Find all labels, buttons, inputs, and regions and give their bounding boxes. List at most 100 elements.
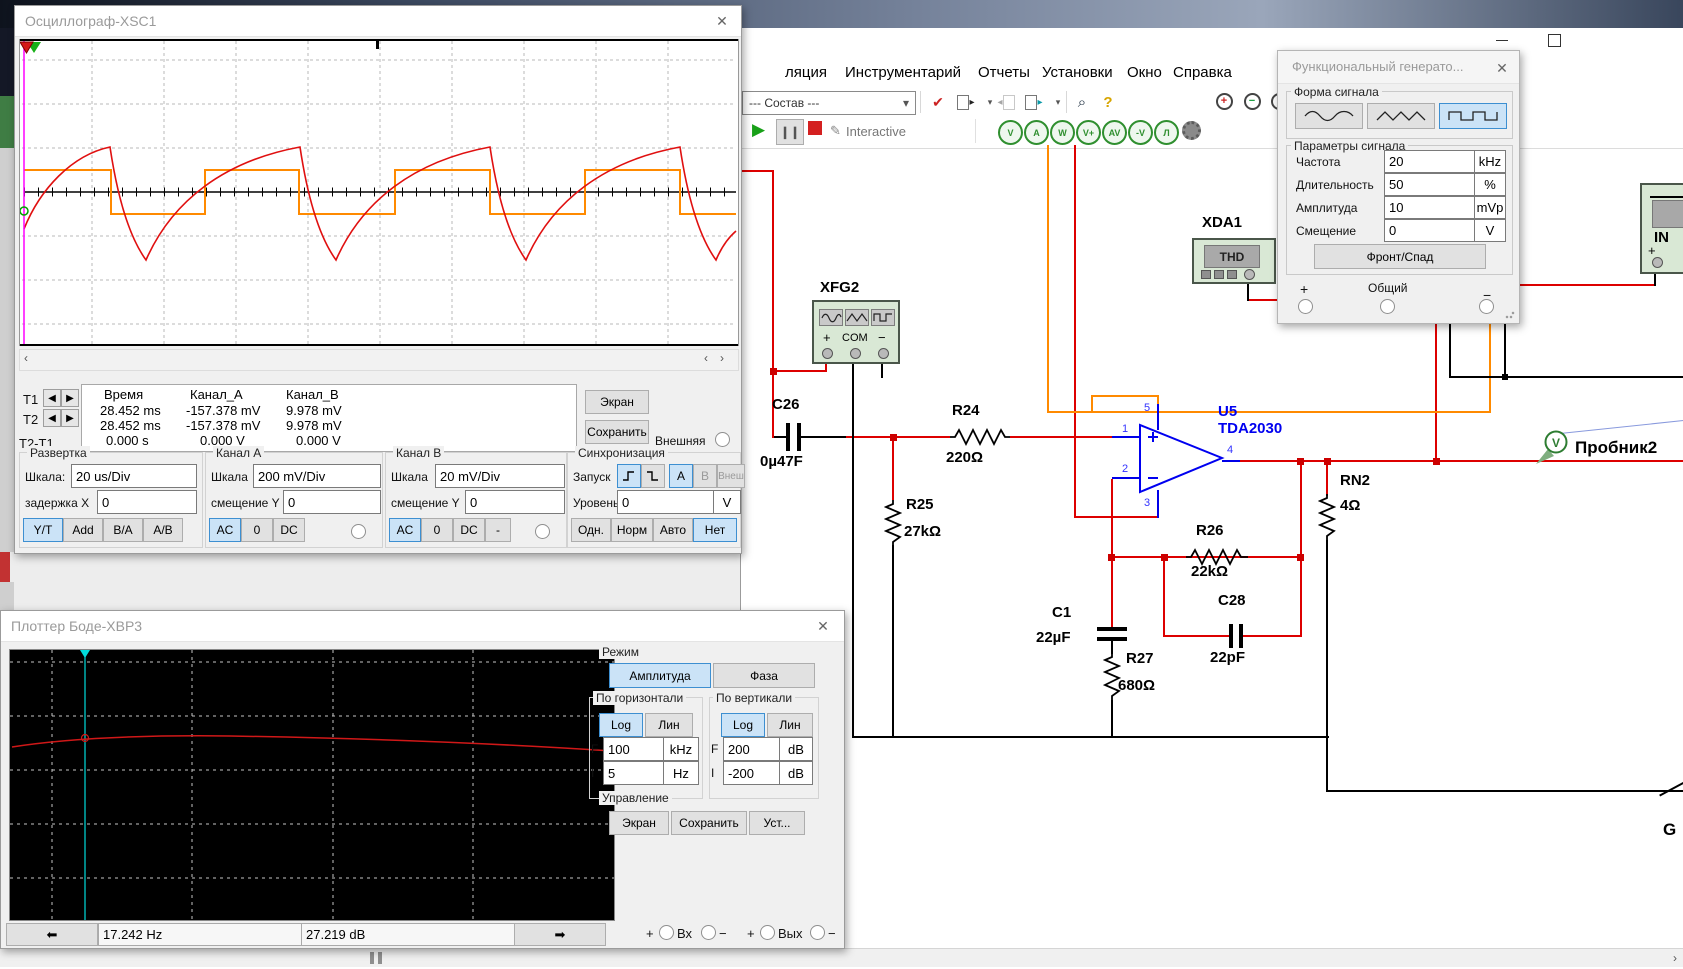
wire[interactable] <box>1326 790 1683 792</box>
wire[interactable] <box>892 438 894 500</box>
channel-b-zero-button[interactable]: 0 <box>421 518 453 542</box>
probe-settings-gear-icon[interactable] <box>1182 121 1201 140</box>
close-icon[interactable]: ✕ <box>711 11 733 31</box>
export-teal-icon[interactable]: ▸ <box>1024 92 1044 112</box>
stop-button[interactable] <box>808 121 822 135</box>
wire[interactable] <box>1504 322 1506 378</box>
vertical-f-unit[interactable]: dB <box>779 737 813 761</box>
wire[interactable] <box>1163 635 1229 637</box>
close-icon[interactable]: ✕ <box>1491 58 1513 78</box>
channel-b-offset-field[interactable]: 0 <box>465 490 565 514</box>
sine-wave-button[interactable] <box>1295 103 1363 129</box>
cursor-right-button[interactable]: ➡ <box>514 923 606 946</box>
trigger-level-unit[interactable]: V <box>713 490 741 514</box>
ba-mode-button[interactable]: B/A <box>103 518 143 542</box>
screen-button[interactable]: Экран <box>585 390 649 414</box>
amplitude-field[interactable]: 10 <box>1384 196 1478 219</box>
opamp-U5[interactable] <box>1138 398 1228 523</box>
trigger-source-b-button[interactable]: B <box>693 464 717 488</box>
xda1-terminal[interactable] <box>1244 269 1255 280</box>
external-trigger-radio[interactable] <box>715 432 730 447</box>
wire[interactable] <box>1300 461 1302 637</box>
channel-a-zero-button[interactable]: 0 <box>241 518 273 542</box>
trigger-level-field[interactable]: 0 <box>617 490 715 514</box>
trigger-single-button[interactable]: Одн. <box>571 518 611 542</box>
channel-b-scale-field[interactable]: 20 mV/Div <box>435 464 565 488</box>
in-plus-radio[interactable] <box>659 925 674 940</box>
trigger-source-a-button[interactable]: A <box>669 464 693 488</box>
horizontal-scrollbar[interactable]: › <box>0 948 1683 967</box>
t2-left-button[interactable]: ◀ <box>43 409 61 427</box>
resize-grip-icon[interactable] <box>1505 309 1515 319</box>
wire[interactable] <box>1435 322 1437 462</box>
yt-mode-button[interactable]: Y/T <box>23 518 63 542</box>
xfg2-com-terminal[interactable] <box>850 348 861 359</box>
duty-field[interactable]: 50 <box>1384 173 1478 196</box>
wire[interactable] <box>1241 635 1302 637</box>
wire[interactable] <box>801 436 846 438</box>
menu-item-reports[interactable]: Отчеты <box>978 64 1030 81</box>
function-generator-dialog[interactable]: Функциональный генерато... ✕ Форма сигна… <box>1277 50 1520 324</box>
menu-item-options[interactable]: Установки <box>1042 64 1113 81</box>
channel-b-radio[interactable] <box>535 524 550 539</box>
digital-probe-icon[interactable]: Л <box>1154 120 1179 145</box>
voltage-probe-icon[interactable]: V <box>998 120 1023 145</box>
ab-mode-button[interactable]: A/B <box>143 518 183 542</box>
horizontal-f-unit[interactable]: kHz <box>663 737 699 761</box>
wire[interactable] <box>1112 477 1140 479</box>
channel-a-radio[interactable] <box>351 524 366 539</box>
capacitor-C28[interactable] <box>1229 624 1243 648</box>
in-minus-radio[interactable] <box>701 925 716 940</box>
wire[interactable] <box>1111 557 1113 628</box>
wire[interactable] <box>1047 411 1490 413</box>
wire[interactable] <box>1240 460 1683 462</box>
wire[interactable] <box>1326 461 1328 496</box>
timebase-scale-field[interactable]: 20 us/Div <box>71 464 197 488</box>
wire[interactable] <box>892 545 894 738</box>
voltage-current-probe-icon[interactable]: AV <box>1102 120 1127 145</box>
wire[interactable] <box>1163 557 1165 636</box>
frequency-field[interactable]: 20 <box>1384 150 1478 173</box>
vertical-i-unit[interactable]: dB <box>779 761 813 785</box>
wire[interactable] <box>1091 395 1159 397</box>
wire[interactable] <box>1111 700 1113 738</box>
offset-field[interactable]: 0 <box>1384 219 1478 242</box>
channel-a-dc-button[interactable]: DC <box>273 518 305 542</box>
scroll-right-icon[interactable]: › <box>720 351 724 365</box>
menu-item-window[interactable]: Окно <box>1127 64 1162 81</box>
wire[interactable] <box>1112 436 1140 438</box>
bode-settings-button[interactable]: Уст... <box>749 811 805 835</box>
horizontal-f-field[interactable]: 100 <box>603 737 667 761</box>
run-button[interactable]: ▶ <box>752 120 765 140</box>
instrument-IN[interactable]: IN + <box>1640 183 1683 274</box>
trigger-auto-button[interactable]: Авто <box>653 518 693 542</box>
out-plus-radio[interactable] <box>760 925 775 940</box>
menu-item-simulation[interactable]: ляция <box>785 64 827 81</box>
wire[interactable] <box>1449 322 1451 378</box>
oscilloscope-window[interactable]: Осциллограф-XSC1 ✕ ‹ ‹ › T1 ◀ ▶ T2 ◀ ▶ T… <box>14 5 745 554</box>
horizontal-i-field[interactable]: 5 <box>603 761 667 785</box>
timebase-delay-field[interactable]: 0 <box>97 490 197 514</box>
menu-item-tools[interactable]: Инструментарий <box>845 64 961 81</box>
trigger-normal-button[interactable]: Норм <box>611 518 653 542</box>
xfg2-plus-terminal[interactable] <box>822 348 833 359</box>
help-icon[interactable]: ? <box>1098 92 1118 112</box>
plot-scrollbar[interactable]: ‹ ‹ › <box>19 349 739 371</box>
bode-plot[interactable] <box>9 649 615 921</box>
scrollbar-thumb-fragment[interactable] <box>378 952 382 964</box>
resistor-R24[interactable] <box>950 428 1010 446</box>
t1-left-button[interactable]: ◀ <box>43 389 61 407</box>
close-icon[interactable]: ✕ <box>812 616 834 636</box>
magnitude-button[interactable]: Амплитуда <box>609 663 711 688</box>
resistor-RN2[interactable] <box>1318 494 1336 540</box>
find-icon[interactable]: ⌕ <box>1072 92 1092 112</box>
wire[interactable] <box>852 358 854 738</box>
wire[interactable] <box>1074 145 1076 517</box>
zoom-in-icon[interactable]: + <box>1214 91 1234 111</box>
vertical-log-button[interactable]: Log <box>721 713 765 737</box>
erc-check-icon[interactable]: ✔ <box>928 92 948 112</box>
distortion-analyzer-XDA1[interactable]: THD <box>1192 238 1276 284</box>
channel-a-scale-field[interactable]: 200 mV/Div <box>253 464 381 488</box>
wire[interactable] <box>740 170 773 172</box>
wire[interactable] <box>1091 396 1093 412</box>
